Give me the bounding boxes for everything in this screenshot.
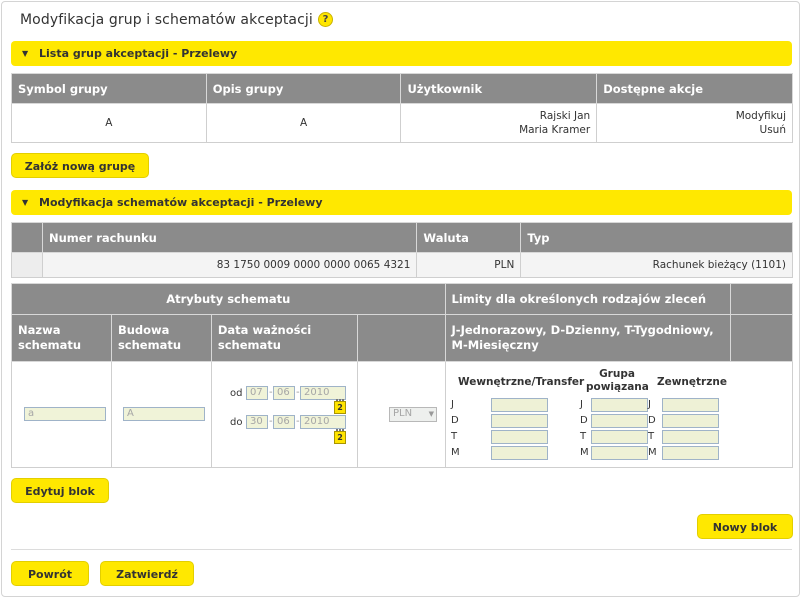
col-currency: Waluta <box>416 222 522 253</box>
limit-input-related[interactable] <box>591 414 648 428</box>
limit-input-external[interactable] <box>662 398 719 412</box>
chevron-down-icon: ▼ <box>22 49 29 58</box>
account-currency: PLN <box>416 252 522 278</box>
limit-period-label: D <box>451 415 459 426</box>
limits-header: Limity dla określonych rodzajów zleceń <box>444 283 732 315</box>
limit-period-label: M <box>580 447 589 458</box>
calendar-icon[interactable]: 2 <box>334 429 346 444</box>
modify-link[interactable]: Modyfikuj <box>603 109 786 123</box>
currency-select[interactable]: PLN ▼ <box>389 407 437 422</box>
col-symbol: Symbol grupy <box>11 73 207 104</box>
date-to-label: do <box>230 417 243 428</box>
group-description: A <box>205 103 402 143</box>
chevron-down-icon: ▼ <box>428 410 434 418</box>
limit-period-label: M <box>648 447 657 458</box>
schemes-section-header[interactable]: ▼ Modyfikacja schematów akceptacji - Prz… <box>11 190 792 215</box>
col-type: Typ <box>520 222 793 253</box>
user-name: Rajski Jan <box>539 110 591 122</box>
col-currency-blank <box>356 314 446 362</box>
account-type: Rachunek bieżący (1101) <box>520 252 793 278</box>
scheme-name-input[interactable]: a <box>24 407 106 421</box>
limit-input-external[interactable] <box>662 430 719 444</box>
date-from-label: od <box>230 388 243 399</box>
col-account-number: Numer rachunku <box>41 222 418 253</box>
col-scheme-name: Nazwa schematu <box>11 314 112 362</box>
limit-period-label: J <box>451 399 454 410</box>
group-actions: Modyfikuj Usuń <box>596 103 793 143</box>
groups-section-header[interactable]: ▼ Lista grup akceptacji - Przelewy <box>11 41 792 66</box>
edit-block-button[interactable]: Edytuj blok <box>11 478 109 503</box>
date-from-year[interactable]: 2010 <box>300 386 346 400</box>
footer-divider <box>11 549 792 550</box>
groups-section-title: Lista grup akceptacji - Przelewy <box>39 47 238 60</box>
limits-header-blank <box>730 283 793 315</box>
account-number: 83 1750 0009 0000 0000 0065 4321 <box>41 252 418 278</box>
table-row: A A Rajski Jan Maria Kramer Modyfikuj Us… <box>11 103 793 143</box>
calendar-icon[interactable]: 2 <box>334 399 346 414</box>
limit-group-related: Grupa powiązana <box>586 368 649 393</box>
attributes-header: Atrybuty schematu <box>11 283 446 315</box>
scheme-structure-input[interactable]: A <box>123 407 205 421</box>
date-to-month[interactable]: 06 <box>273 415 295 429</box>
date-to-year[interactable]: 2010 <box>300 415 346 429</box>
row-blank-cell <box>11 252 43 278</box>
limit-period-label: D <box>648 415 656 426</box>
page-title: Modyfikacja grup i schematów akceptacji <box>20 12 313 28</box>
limit-period-label: M <box>451 447 460 458</box>
limit-group-internal: Wewnętrzne/Transfer <box>458 376 585 388</box>
delete-link[interactable]: Usuń <box>603 123 786 137</box>
col-limits-legend: J-Jednorazowy, D-Dzienny, T-Tygodniowy, … <box>444 314 732 362</box>
table-row: 83 1750 0009 0000 0000 0065 4321 PLN Rac… <box>11 252 793 278</box>
new-group-button[interactable]: Załóż nową grupę <box>11 153 149 178</box>
limit-period-label: D <box>580 415 588 426</box>
currency-select-value: PLN <box>393 408 413 419</box>
limit-input-external[interactable] <box>662 414 719 428</box>
chevron-down-icon: ▼ <box>22 198 29 207</box>
help-icon[interactable]: ? <box>318 12 333 27</box>
limit-input-related[interactable] <box>591 430 648 444</box>
limit-period-label: T <box>648 431 655 442</box>
back-button[interactable]: Powrót <box>11 561 89 586</box>
limit-input-related[interactable] <box>591 398 648 412</box>
limit-period-label: T <box>451 431 458 442</box>
col-blank <box>11 222 43 253</box>
groups-table: Symbol grupy Opis grupy Użytkownik Dostę… <box>11 73 793 143</box>
schemes-section-title: Modyfikacja schematów akceptacji - Przel… <box>39 196 323 209</box>
limit-period-label: J <box>580 399 583 410</box>
limit-period-label: J <box>648 399 651 410</box>
new-block-button[interactable]: Nowy blok <box>697 514 793 539</box>
limit-input-internal[interactable] <box>491 414 548 428</box>
limit-group-external: Zewnętrzne <box>657 376 727 388</box>
user-name: Maria Kramer <box>519 124 591 136</box>
col-description: Opis grupy <box>205 73 402 104</box>
limit-input-internal[interactable] <box>491 398 548 412</box>
col-scheme-validity: Data ważności schematu <box>210 314 358 362</box>
limit-period-label: T <box>580 431 587 442</box>
col-actions: Dostępne akcje <box>596 73 793 104</box>
group-users: Rajski Jan Maria Kramer <box>400 103 598 143</box>
limit-input-related[interactable] <box>591 446 648 460</box>
date-from-month[interactable]: 06 <box>273 386 295 400</box>
limit-input-external[interactable] <box>662 446 719 460</box>
limit-input-internal[interactable] <box>491 446 548 460</box>
date-from-day[interactable]: 07 <box>246 386 268 400</box>
limit-input-internal[interactable] <box>491 430 548 444</box>
col-scheme-structure: Budowa schematu <box>110 314 212 362</box>
group-symbol: A <box>11 103 207 143</box>
date-to-day[interactable]: 30 <box>246 415 268 429</box>
col-user: Użytkownik <box>400 73 598 104</box>
col-legend-blank <box>730 314 793 362</box>
account-table: Numer rachunku Waluta Typ 83 1750 0009 0… <box>11 222 793 278</box>
confirm-button[interactable]: Zatwierdź <box>100 561 194 586</box>
